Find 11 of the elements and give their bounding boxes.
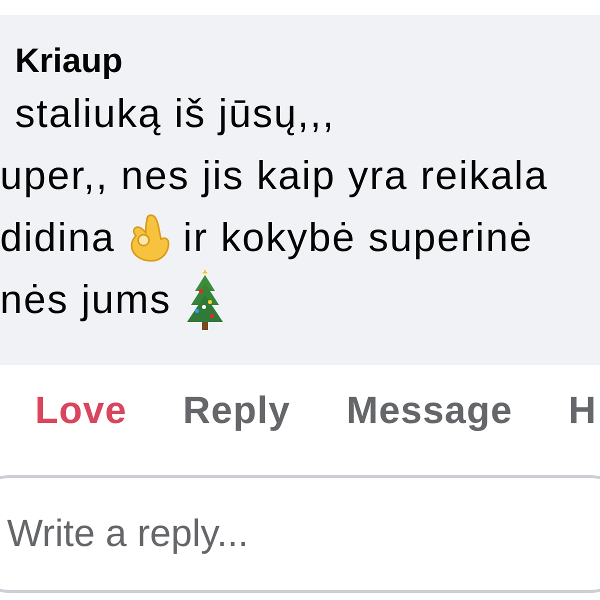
action-link[interactable]: H [568, 390, 597, 432]
comment-text: ir kokybė superinė [183, 216, 533, 260]
comment-text: staliuką iš jūsų,,, [15, 92, 336, 136]
author-name[interactable]: Kriaup [15, 39, 123, 83]
reply-field[interactable]: Write a reply... [0, 475, 600, 593]
action-link[interactable]: Message [346, 390, 513, 432]
comment-text: nės jums [0, 278, 172, 322]
comment-text: uper,, nes jis kaip yra reikala [0, 154, 548, 198]
action-link[interactable]: Love [35, 390, 127, 432]
action-link[interactable]: Reply [182, 390, 290, 432]
comment-text: didina [0, 216, 116, 260]
